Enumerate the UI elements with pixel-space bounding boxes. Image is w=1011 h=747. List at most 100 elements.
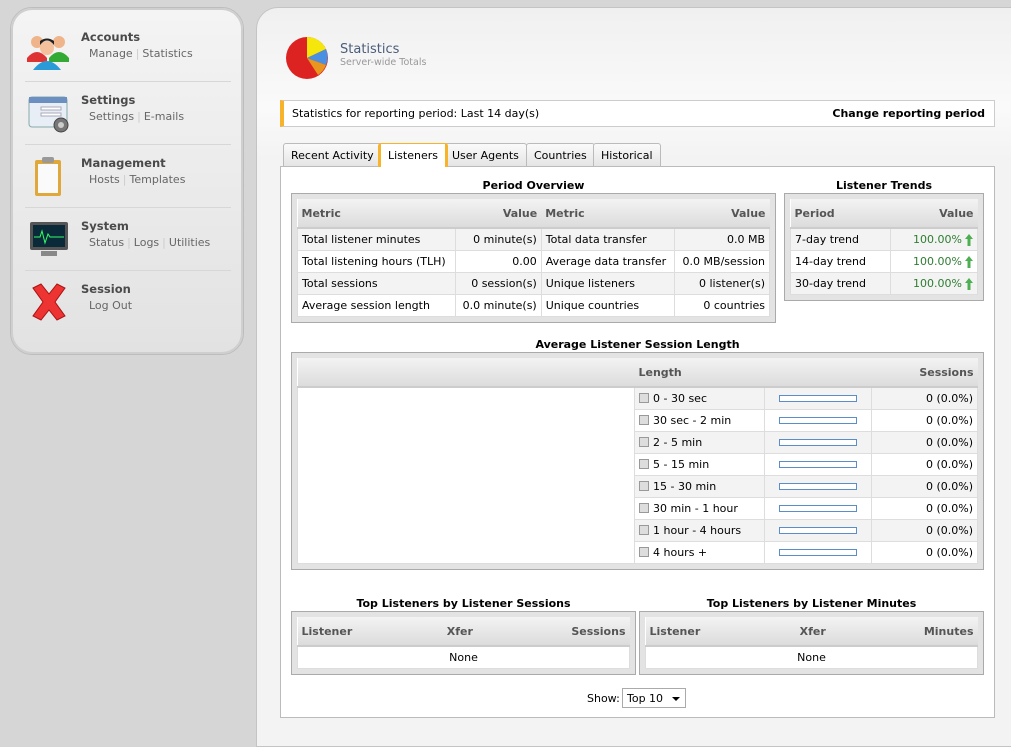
change-reporting-period-link[interactable]: Change reporting period <box>832 107 985 120</box>
clipboard-icon <box>35 157 61 196</box>
users-icon <box>27 36 69 70</box>
length-label: 4 hours + <box>653 545 708 559</box>
session-bar <box>779 482 857 490</box>
page-subtitle: Server-wide Totals <box>340 57 427 68</box>
col-xfer: Xfer <box>775 617 851 647</box>
bar-cell <box>764 496 872 520</box>
legend-swatch[interactable] <box>639 414 649 425</box>
legend-swatch[interactable] <box>639 436 649 447</box>
tab-listeners[interactable]: Listeners <box>378 143 448 167</box>
empty-row: None <box>297 645 630 669</box>
col-sessions: Sessions <box>871 358 978 388</box>
metric-cell: Total data transfer <box>540 227 676 251</box>
top-sessions-table: Listener Xfer Sessions None <box>291 611 636 675</box>
sidebar-title: Management <box>81 156 166 170</box>
metric-cell: Total listener minutes <box>297 227 456 251</box>
trend-value: 100.00% <box>913 276 962 290</box>
top-minutes-table: Listener Xfer Minutes None <box>639 611 984 675</box>
tab-historical[interactable]: Historical <box>593 143 661 167</box>
arrow-up-icon <box>965 255 973 268</box>
settings-form-icon <box>28 96 69 133</box>
value-cell: 0.0 MB <box>674 227 770 251</box>
length-label: 0 - 30 sec <box>653 391 708 405</box>
length-label: 15 - 30 min <box>653 479 717 493</box>
sidebar-section-accounts: Accounts Manage | Statistics <box>25 20 231 82</box>
length-label: 30 min - 1 hour <box>653 501 738 515</box>
listener-trends-table: Period Value 7-day trend 100.00% 14-day tre… <box>784 193 984 301</box>
value-cell: 0 countries <box>674 293 770 317</box>
legend-swatch[interactable] <box>639 480 649 491</box>
show-select[interactable]: Top 10 <box>622 688 686 708</box>
col-metric: Metric <box>541 199 675 229</box>
tab-recent-activity[interactable]: Recent Activity <box>283 143 382 167</box>
table-row: Total listener minutes 0 minute(s) Total d… <box>297 227 770 251</box>
sidebar-link-templates[interactable]: Templates <box>130 173 186 186</box>
col-length: Length <box>634 358 765 388</box>
sidebar-link-emails[interactable]: E-mails <box>144 110 184 123</box>
col-metric: Metric <box>297 199 456 229</box>
length-label: 30 sec - 2 min <box>653 413 732 427</box>
table-row: 0 - 30 sec 0 (0.0%) <box>297 386 978 564</box>
col-listener: Listener <box>645 617 776 647</box>
col-value: Value <box>455 199 542 229</box>
sidebar-link-logs[interactable]: Logs <box>134 236 159 249</box>
metric-cell: Average data transfer <box>540 249 676 273</box>
metric-cell: Unique listeners <box>540 271 676 295</box>
session-bar <box>779 548 857 556</box>
sidebar-link-logout[interactable]: Log Out <box>89 299 132 312</box>
sidebar-link-status[interactable]: Status <box>89 236 124 249</box>
chart-area <box>297 386 635 564</box>
length-cell: 0 - 30 sec <box>634 386 765 410</box>
show-label: Show: <box>587 692 620 705</box>
reporting-period-bar: Statistics for reporting period: Last 14… <box>280 100 995 127</box>
table-row: Total sessions 0 session(s) Unique listene… <box>297 271 770 295</box>
sessions-cell: 0 (0.0%) <box>871 452 978 476</box>
table-row: Average session length 0.0 minute(s) Uniqu… <box>297 293 770 317</box>
legend-swatch[interactable] <box>639 546 649 557</box>
table-row: 7-day trend 100.00% <box>789 227 978 251</box>
sidebar-section-system: System Status | Logs | Utilities <box>25 209 231 271</box>
legend-swatch[interactable] <box>639 502 649 513</box>
legend-swatch[interactable] <box>639 524 649 535</box>
empty-row: None <box>645 645 978 669</box>
bar-cell <box>764 452 872 476</box>
sessions-cell: 0 (0.0%) <box>871 540 978 564</box>
tab-countries[interactable]: Countries <box>526 143 595 167</box>
arrow-up-icon <box>965 277 973 290</box>
length-label: 2 - 5 min <box>653 435 703 449</box>
col-sessions: Sessions <box>496 617 630 647</box>
metric-cell: Unique countries <box>540 293 676 317</box>
metric-cell: Total sessions <box>297 271 456 295</box>
sidebar-link-statistics[interactable]: Statistics <box>142 47 192 60</box>
monitor-icon <box>30 222 68 256</box>
length-cell: 2 - 5 min <box>634 430 765 454</box>
period-cell: 30-day trend <box>789 271 892 295</box>
length-cell: 30 min - 1 hour <box>634 496 765 520</box>
reporting-period-text: Statistics for reporting period: Last 14… <box>292 107 540 120</box>
legend-swatch[interactable] <box>639 458 649 469</box>
trend-value: 100.00% <box>913 254 962 268</box>
value-cell: 0.0 minute(s) <box>454 293 542 317</box>
sidebar-link-hosts[interactable]: Hosts <box>89 173 120 186</box>
period-cell: 7-day trend <box>789 227 892 251</box>
session-length-table: Length Sessions 0 - 30 sec 0 (0.0%) 30 sec … <box>291 352 984 570</box>
legend-swatch[interactable] <box>639 392 649 403</box>
arrow-up-icon <box>965 233 973 246</box>
period-overview-title: Period Overview <box>482 179 585 192</box>
length-cell: 15 - 30 min <box>634 474 765 498</box>
listener-trends-title: Listener Trends <box>835 179 933 192</box>
session-bar <box>779 438 857 446</box>
metric-cell: Average session length <box>297 293 456 317</box>
table-row: 30-day trend 100.00% <box>789 271 978 295</box>
tab-user-agents[interactable]: User Agents <box>444 143 527 167</box>
bar-cell <box>764 540 872 564</box>
sidebar-link-utilities[interactable]: Utilities <box>169 236 210 249</box>
trend-value-cell: 100.00% <box>890 227 978 251</box>
length-cell: 4 hours + <box>634 540 765 564</box>
sessions-cell: 0 (0.0%) <box>871 430 978 454</box>
sidebar-link-manage[interactable]: Manage <box>89 47 133 60</box>
top-sessions-title: Top Listeners by Listener Sessions <box>356 597 571 610</box>
sessions-cell: 0 (0.0%) <box>871 474 978 498</box>
bar-cell <box>764 408 872 432</box>
sidebar-link-settings[interactable]: Settings <box>89 110 134 123</box>
